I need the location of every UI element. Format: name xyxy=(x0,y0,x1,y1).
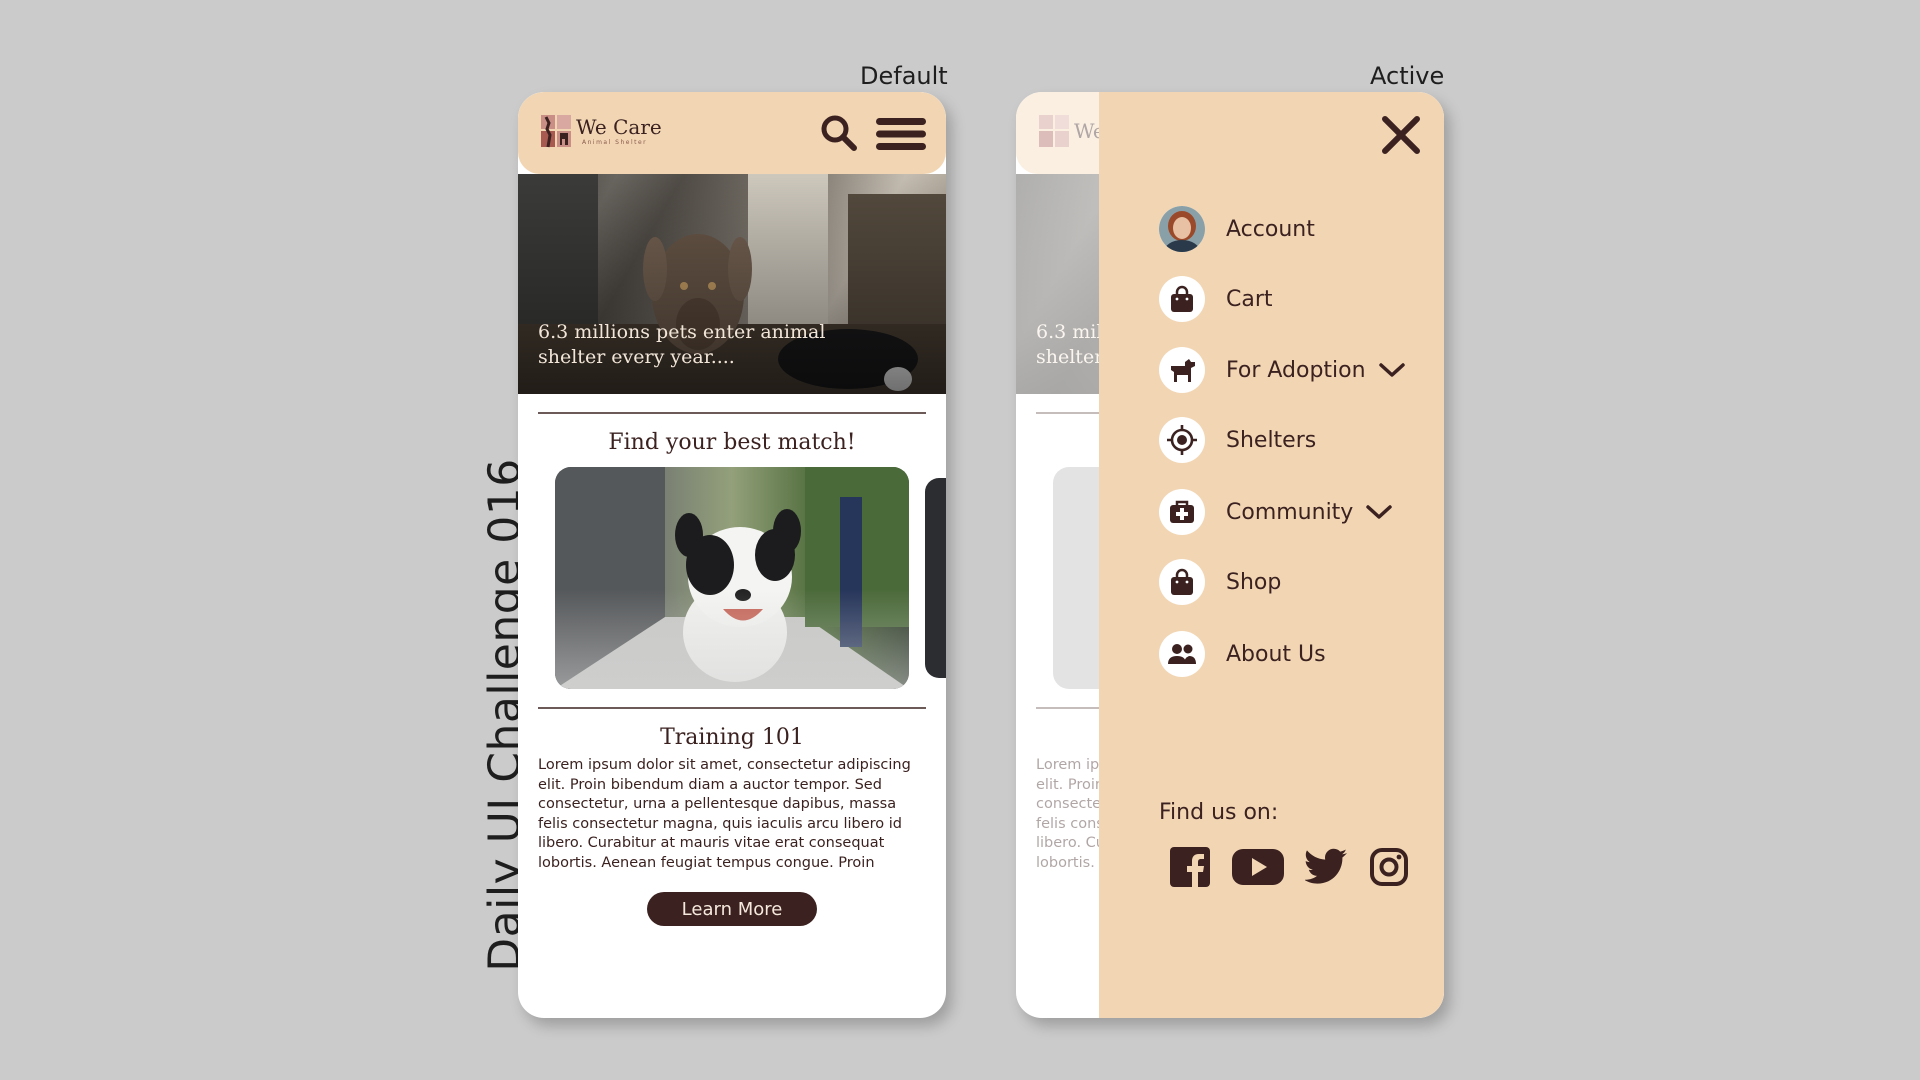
find-us-label: Find us on: xyxy=(1159,800,1279,825)
article-body: Lorem ipsum dolor sit amet, consectetur … xyxy=(538,757,911,871)
search-icon[interactable] xyxy=(820,114,858,156)
pet-card[interactable] xyxy=(555,467,909,689)
close-icon[interactable] xyxy=(1380,114,1422,160)
menu-item-about-us[interactable]: About Us xyxy=(1159,631,1326,677)
menu-item-for-adoption[interactable]: For Adoption xyxy=(1159,347,1406,393)
brand-logo[interactable]: We Care Animal Shelter xyxy=(540,113,662,149)
divider xyxy=(538,707,926,709)
phone-default: We Care Animal Shelter 6.3 millions pets… xyxy=(518,92,946,1018)
article-title: Training 101 xyxy=(660,725,804,750)
youtube-icon[interactable] xyxy=(1231,847,1285,887)
medical-kit-icon xyxy=(1159,489,1205,535)
menu-label: Shop xyxy=(1226,569,1282,595)
menu-item-cart[interactable]: Cart xyxy=(1159,276,1273,322)
menu-label: Cart xyxy=(1226,286,1273,312)
menu-label: About Us xyxy=(1226,641,1326,667)
hamburger-menu-icon[interactable] xyxy=(875,116,927,156)
hero-image: 6.3 millions pets enter animal shelter e… xyxy=(518,174,946,394)
twitter-icon[interactable] xyxy=(1305,848,1349,886)
menu-label: Account xyxy=(1226,216,1315,242)
menu-label: Community xyxy=(1226,499,1354,525)
menu-label: For Adoption xyxy=(1226,357,1366,383)
chevron-down-icon[interactable] xyxy=(1378,362,1406,378)
shopping-bag-icon xyxy=(1159,276,1205,322)
facebook-icon[interactable] xyxy=(1169,846,1211,888)
next-pet-card[interactable] xyxy=(925,478,946,678)
chevron-down-icon[interactable] xyxy=(1365,504,1393,520)
divider xyxy=(538,412,926,414)
match-section-title: Find your best match! xyxy=(608,430,856,455)
instagram-icon[interactable] xyxy=(1369,847,1409,887)
people-icon xyxy=(1159,631,1205,677)
nav-drawer: Account Cart For Adoption Shelters Commu… xyxy=(1099,92,1444,1018)
learn-more-button[interactable]: Learn More xyxy=(647,892,817,926)
phone-active: We Care 6.3 millions pets enter animal s… xyxy=(1016,92,1444,1018)
hero-headline: 6.3 millions pets enter animal shelter e… xyxy=(538,321,826,368)
brand-tagline: Animal Shelter xyxy=(582,138,648,146)
menu-item-shop[interactable]: Shop xyxy=(1159,559,1281,605)
default-frame-label: Default xyxy=(860,62,948,90)
menu-item-account[interactable]: Account xyxy=(1159,206,1315,252)
location-target-icon xyxy=(1159,417,1205,463)
menu-item-shelters[interactable]: Shelters xyxy=(1159,417,1316,463)
social-links xyxy=(1169,846,1429,888)
brand-name: We Care xyxy=(576,114,662,139)
menu-label: Shelters xyxy=(1226,427,1317,453)
menu-item-community[interactable]: Community xyxy=(1159,489,1393,535)
avatar xyxy=(1159,206,1205,252)
app-header: We Care Animal Shelter xyxy=(518,92,946,174)
dog-icon xyxy=(1159,347,1205,393)
shopping-bag-icon xyxy=(1159,559,1205,605)
logo-mark-icon xyxy=(541,115,571,148)
active-frame-label: Active xyxy=(1370,62,1445,90)
